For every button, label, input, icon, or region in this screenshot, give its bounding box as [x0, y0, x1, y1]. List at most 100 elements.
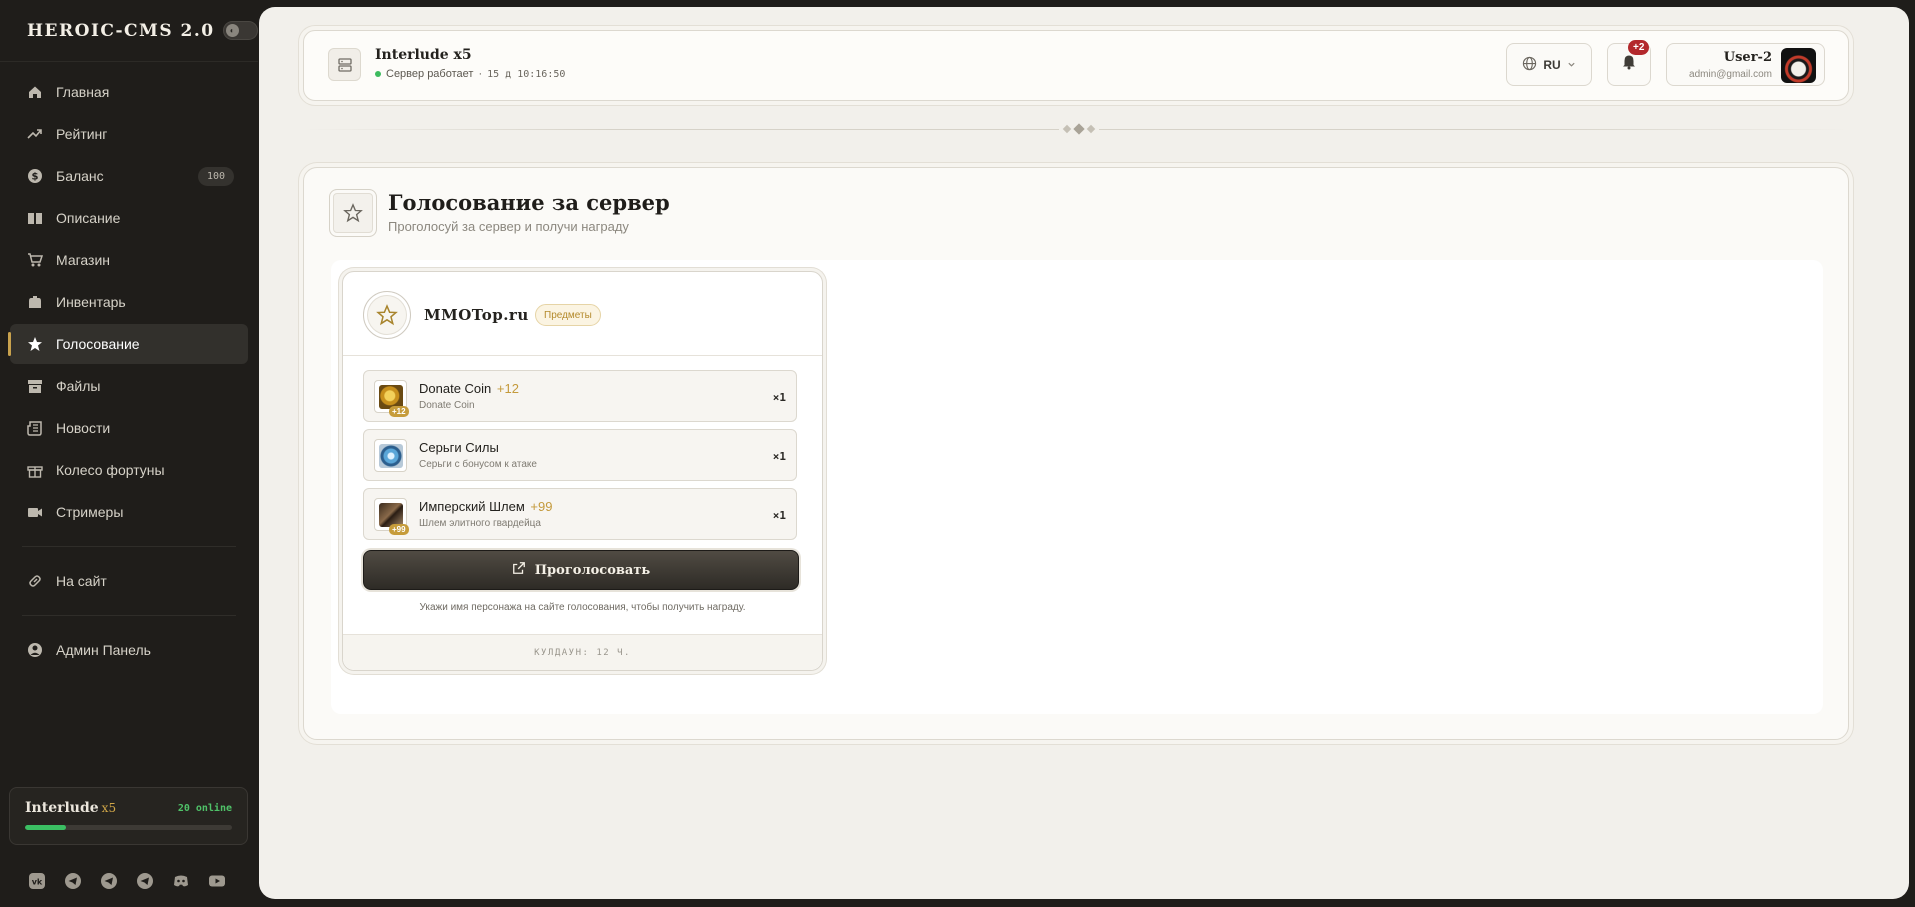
- sidebar-item-label: На сайт: [56, 573, 107, 589]
- server-load-fill: [25, 825, 67, 830]
- globe-icon: [1522, 56, 1537, 74]
- sidebar-item-label: Стримеры: [56, 504, 124, 520]
- reward-name: Серьги Силы: [419, 440, 499, 455]
- newspaper-icon: [26, 419, 44, 437]
- avatar: [1781, 48, 1816, 83]
- reward-enchant: +99: [530, 499, 553, 514]
- sidebar-item-label: Голосование: [56, 336, 140, 352]
- telegram-icon[interactable]: [100, 872, 118, 890]
- page-subtitle: Проголосуй за сервер и получи награду: [388, 219, 629, 234]
- page-content: Голосование за сервер Проголосуй за серв…: [303, 167, 1849, 740]
- chevron-down-icon: [1567, 58, 1576, 72]
- sidebar-item-admin[interactable]: Админ Панель: [10, 630, 248, 670]
- telegram-icon[interactable]: [64, 872, 82, 890]
- sidebar-item-news[interactable]: Новости: [10, 408, 248, 448]
- home-icon: [26, 83, 44, 101]
- user-circle-icon: [26, 641, 44, 659]
- server-rate: x5: [101, 801, 117, 815]
- discord-icon[interactable]: [172, 872, 190, 890]
- sidebar-nav: Главная Рейтинг $ Баланс 100 Описание Ма…: [0, 62, 258, 532]
- vote-hint: Укажи имя персонажа на сайте голосования…: [419, 602, 746, 613]
- server-status: Сервер работает · 15 д 10:16:50: [375, 68, 565, 80]
- reward-description: Шлем элитного гвардейца: [419, 518, 541, 529]
- cooldown: КУЛДАУН: 12 Ч.: [343, 634, 822, 670]
- sidebar-item-label: Рейтинг: [56, 126, 108, 142]
- moon-icon: ◐: [225, 24, 239, 37]
- social-links: vk: [28, 872, 226, 890]
- earring-icon: [374, 439, 407, 472]
- sidebar-divider: [22, 615, 236, 616]
- vote-button-label: Проголосовать: [534, 562, 651, 578]
- brand: HEROIC-CMS 2.0 ◐: [0, 0, 258, 62]
- server-name: Interlude x5: [25, 800, 116, 816]
- star-icon: [363, 291, 411, 339]
- sidebar: HEROIC-CMS 2.0 ◐ Главная Рейтинг $ Балан…: [0, 0, 258, 907]
- reward-name: Имперский Шлем +99: [419, 499, 552, 514]
- youtube-icon[interactable]: [208, 872, 226, 890]
- bell-icon: [1621, 54, 1637, 75]
- sidebar-item-label: Главная: [56, 84, 110, 100]
- ornament-gems: [1059, 123, 1099, 135]
- external-link-icon: [512, 561, 526, 579]
- sidebar-item-voting[interactable]: Голосование: [8, 324, 248, 364]
- sidebar-item-label: Баланс: [56, 168, 104, 184]
- server-name-text: Interlude: [25, 800, 99, 816]
- sidebar-item-label: Описание: [56, 210, 121, 226]
- language-selector[interactable]: RU: [1506, 43, 1592, 86]
- vote-site-card: MMOTop.ru Предметы +12 Donate Coin +12 D…: [342, 271, 823, 671]
- sidebar-item-label: Новости: [56, 420, 111, 436]
- sidebar-item-description[interactable]: Описание: [10, 198, 248, 238]
- backpack-icon: [26, 293, 44, 311]
- coin-icon: +12: [374, 380, 409, 417]
- reward-name: Donate Coin +12: [419, 381, 519, 396]
- user-menu[interactable]: User-2 admin@gmail.com: [1666, 43, 1825, 86]
- gift-icon: [26, 461, 44, 479]
- uptime: 15 д 10:16:50: [487, 68, 566, 80]
- sidebar-item-label: Магазин: [56, 252, 111, 268]
- online-count: 20 online: [177, 802, 232, 814]
- link-icon: [26, 572, 44, 590]
- vote-sites-area: MMOTop.ru Предметы +12 Donate Coin +12 D…: [331, 260, 1823, 714]
- balance-badge: 100: [198, 167, 234, 186]
- reward-name-text: Имперский Шлем: [419, 499, 525, 514]
- sidebar-item-label: Инвентарь: [56, 294, 126, 310]
- notifications-badge: +2: [1628, 40, 1650, 55]
- sidebar-item-label: Файлы: [56, 378, 101, 394]
- theme-toggle[interactable]: ◐: [222, 21, 258, 40]
- server-icon: [328, 48, 361, 81]
- book-icon: [26, 209, 44, 227]
- sidebar-item-fortune-wheel[interactable]: Колесо фортуны: [10, 450, 248, 490]
- sidebar-item-home[interactable]: Главная: [10, 72, 248, 112]
- archive-icon: [26, 377, 44, 395]
- server-status-card: Interlude x5 20 online: [9, 787, 248, 845]
- vk-icon[interactable]: vk: [28, 872, 46, 890]
- sidebar-item-streamers[interactable]: Стримеры: [10, 492, 248, 532]
- telegram-icon[interactable]: [136, 872, 154, 890]
- reward-quantity: ×1: [772, 450, 786, 463]
- sidebar-item-files[interactable]: Файлы: [10, 366, 248, 406]
- sidebar-item-rating[interactable]: Рейтинг: [10, 114, 248, 154]
- svg-text:vk: vk: [32, 878, 43, 887]
- sidebar-item-label: Админ Панель: [56, 642, 151, 658]
- dollar-icon: $: [26, 167, 44, 185]
- reward-name-text: Серьги Силы: [419, 440, 499, 455]
- vote-button[interactable]: Проголосовать: [363, 550, 799, 590]
- page-title: Голосование за сервер: [388, 190, 670, 215]
- main-panel: Interlude x5 Сервер работает · 15 д 10:1…: [259, 7, 1909, 899]
- trending-icon: [26, 125, 44, 143]
- server-load-bar: [25, 825, 232, 830]
- sidebar-item-shop[interactable]: Магазин: [10, 240, 248, 280]
- sidebar-item-balance[interactable]: $ Баланс 100: [10, 156, 248, 196]
- enchant-badge: +99: [389, 524, 409, 535]
- vote-card-header: MMOTop.ru Предметы: [343, 272, 822, 356]
- vote-site-name: MMOTop.ru: [424, 306, 529, 324]
- user-email: admin@gmail.com: [1689, 69, 1772, 80]
- status-text: Сервер работает: [386, 68, 474, 80]
- language-code: RU: [1543, 57, 1561, 72]
- reward-description: Серьги с бонусом к атаке: [419, 459, 537, 470]
- sidebar-item-website[interactable]: На сайт: [10, 561, 248, 601]
- sidebar-item-inventory[interactable]: Инвентарь: [10, 282, 248, 322]
- svg-text:$: $: [32, 172, 39, 183]
- user-name: User-2: [1723, 50, 1772, 65]
- reward-description: Donate Coin: [419, 400, 475, 411]
